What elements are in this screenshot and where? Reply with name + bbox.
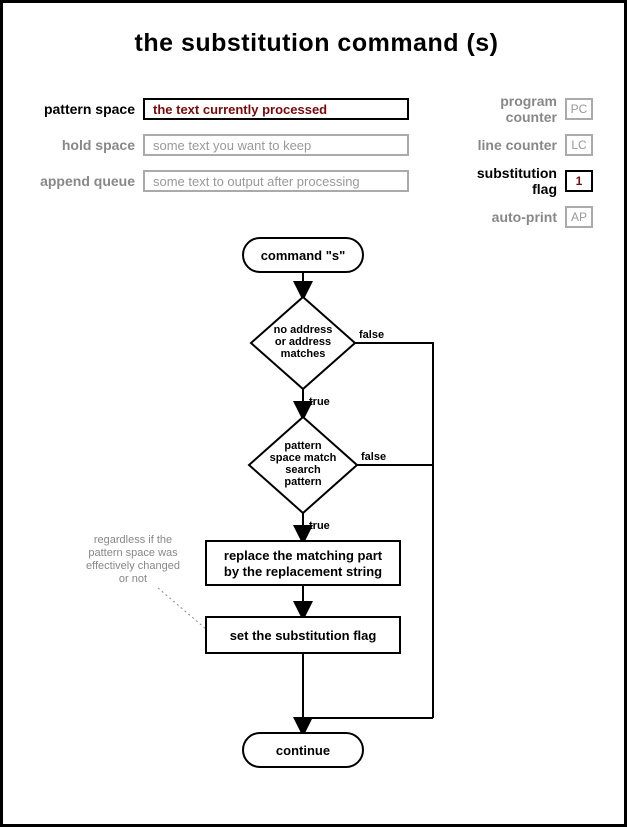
label-auto-print: auto-print <box>453 209 565 225</box>
text-start: command "s" <box>261 248 346 263</box>
label-line-counter: line counter <box>453 137 565 153</box>
text-box1-l1: replace the matching part <box>224 548 383 563</box>
badge-auto-print: AP <box>565 206 593 228</box>
badge-substitution-flag: 1 <box>565 170 593 192</box>
label-dec2-false: false <box>361 451 386 463</box>
label-pattern-space: pattern space <box>31 101 143 117</box>
note-line2: pattern space was <box>88 547 178 559</box>
text-dec2-l4: pattern <box>284 476 322 488</box>
edge-dec1-false <box>355 343 433 718</box>
text-dec2-l2: space match <box>270 452 337 464</box>
note-line1: regardless if the <box>94 534 172 546</box>
field-hold-space: some text you want to keep <box>143 134 409 156</box>
badge-program-counter: PC <box>565 98 593 120</box>
row-append-queue: append queue some text to output after p… <box>31 167 409 195</box>
text-dec1-l2: or address <box>275 336 331 348</box>
label-substitution-flag: substitution flag <box>453 165 565 197</box>
row-line-counter: line counter LC <box>453 131 593 159</box>
text-box1-l2: by the replacement string <box>224 564 382 579</box>
text-dec2-l3: search <box>285 464 321 476</box>
badge-line-counter: LC <box>565 134 593 156</box>
text-dec1-l3: matches <box>281 348 326 360</box>
label-append-queue: append queue <box>31 173 143 189</box>
row-hold-space: hold space some text you want to keep <box>31 131 409 159</box>
note-leader <box>158 588 206 629</box>
text-dec1-l1: no address <box>274 324 333 336</box>
row-substitution-flag: substitution flag 1 <box>453 167 593 195</box>
label-program-counter: program counter <box>453 93 565 125</box>
note-line3: effectively changed <box>86 560 180 572</box>
page-title: the substitution command (s) <box>3 29 627 58</box>
row-auto-print: auto-print AP <box>453 203 593 231</box>
text-box2: set the substitution flag <box>230 628 377 643</box>
label-hold-space: hold space <box>31 137 143 153</box>
label-dec1-false: false <box>359 329 384 341</box>
field-append-queue: some text to output after processing <box>143 170 409 192</box>
diagram-page: the substitution command (s) pattern spa… <box>0 0 627 827</box>
row-program-counter: program counter PC <box>453 95 593 123</box>
flowchart: command "s" no address or address matche… <box>3 233 627 803</box>
note-line4: or not <box>119 573 147 585</box>
text-end: continue <box>276 743 330 758</box>
label-dec1-true: true <box>309 396 330 408</box>
text-dec2-l1: pattern <box>284 440 322 452</box>
flowchart-svg: command "s" no address or address matche… <box>3 233 627 803</box>
field-pattern-space: the text currently processed <box>143 98 409 120</box>
label-dec2-true: true <box>309 520 330 532</box>
row-pattern-space: pattern space the text currently process… <box>31 95 409 123</box>
